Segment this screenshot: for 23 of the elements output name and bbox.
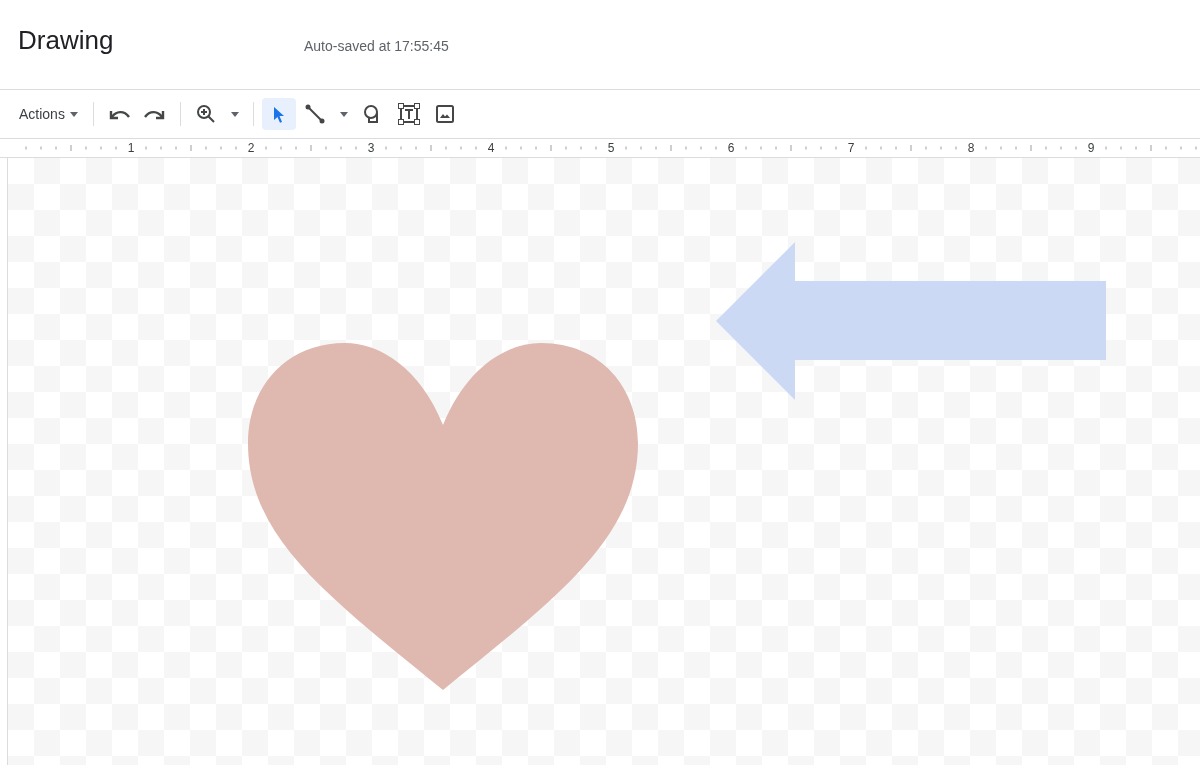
ruler-number: 3: [367, 141, 375, 155]
ruler-number: 2: [247, 141, 255, 155]
ruler-number: 8: [967, 141, 975, 155]
ruler-number: 9: [1087, 141, 1095, 155]
ruler-number: 6: [727, 141, 735, 155]
ruler-number: 7: [847, 141, 855, 155]
pointer-icon: [272, 105, 285, 123]
image-icon: [435, 105, 454, 123]
text-box-icon: [397, 103, 420, 125]
actions-menu[interactable]: Actions: [12, 100, 85, 128]
ruler-number: 1: [127, 141, 135, 155]
document-title[interactable]: Drawing: [18, 25, 304, 56]
caret-icon[interactable]: [230, 111, 239, 117]
caret-icon[interactable]: [339, 111, 348, 117]
line-icon: [304, 104, 325, 124]
undo-icon: [107, 108, 130, 120]
ruler-number: 5: [607, 141, 615, 155]
caret-icon: [69, 111, 78, 117]
zoom-icon: [195, 104, 216, 124]
save-status: Auto-saved at 17:55:45: [304, 37, 449, 54]
ruler-number: 4: [487, 141, 495, 155]
select-tool-button[interactable]: [261, 98, 296, 130]
redo-icon: [143, 108, 166, 120]
